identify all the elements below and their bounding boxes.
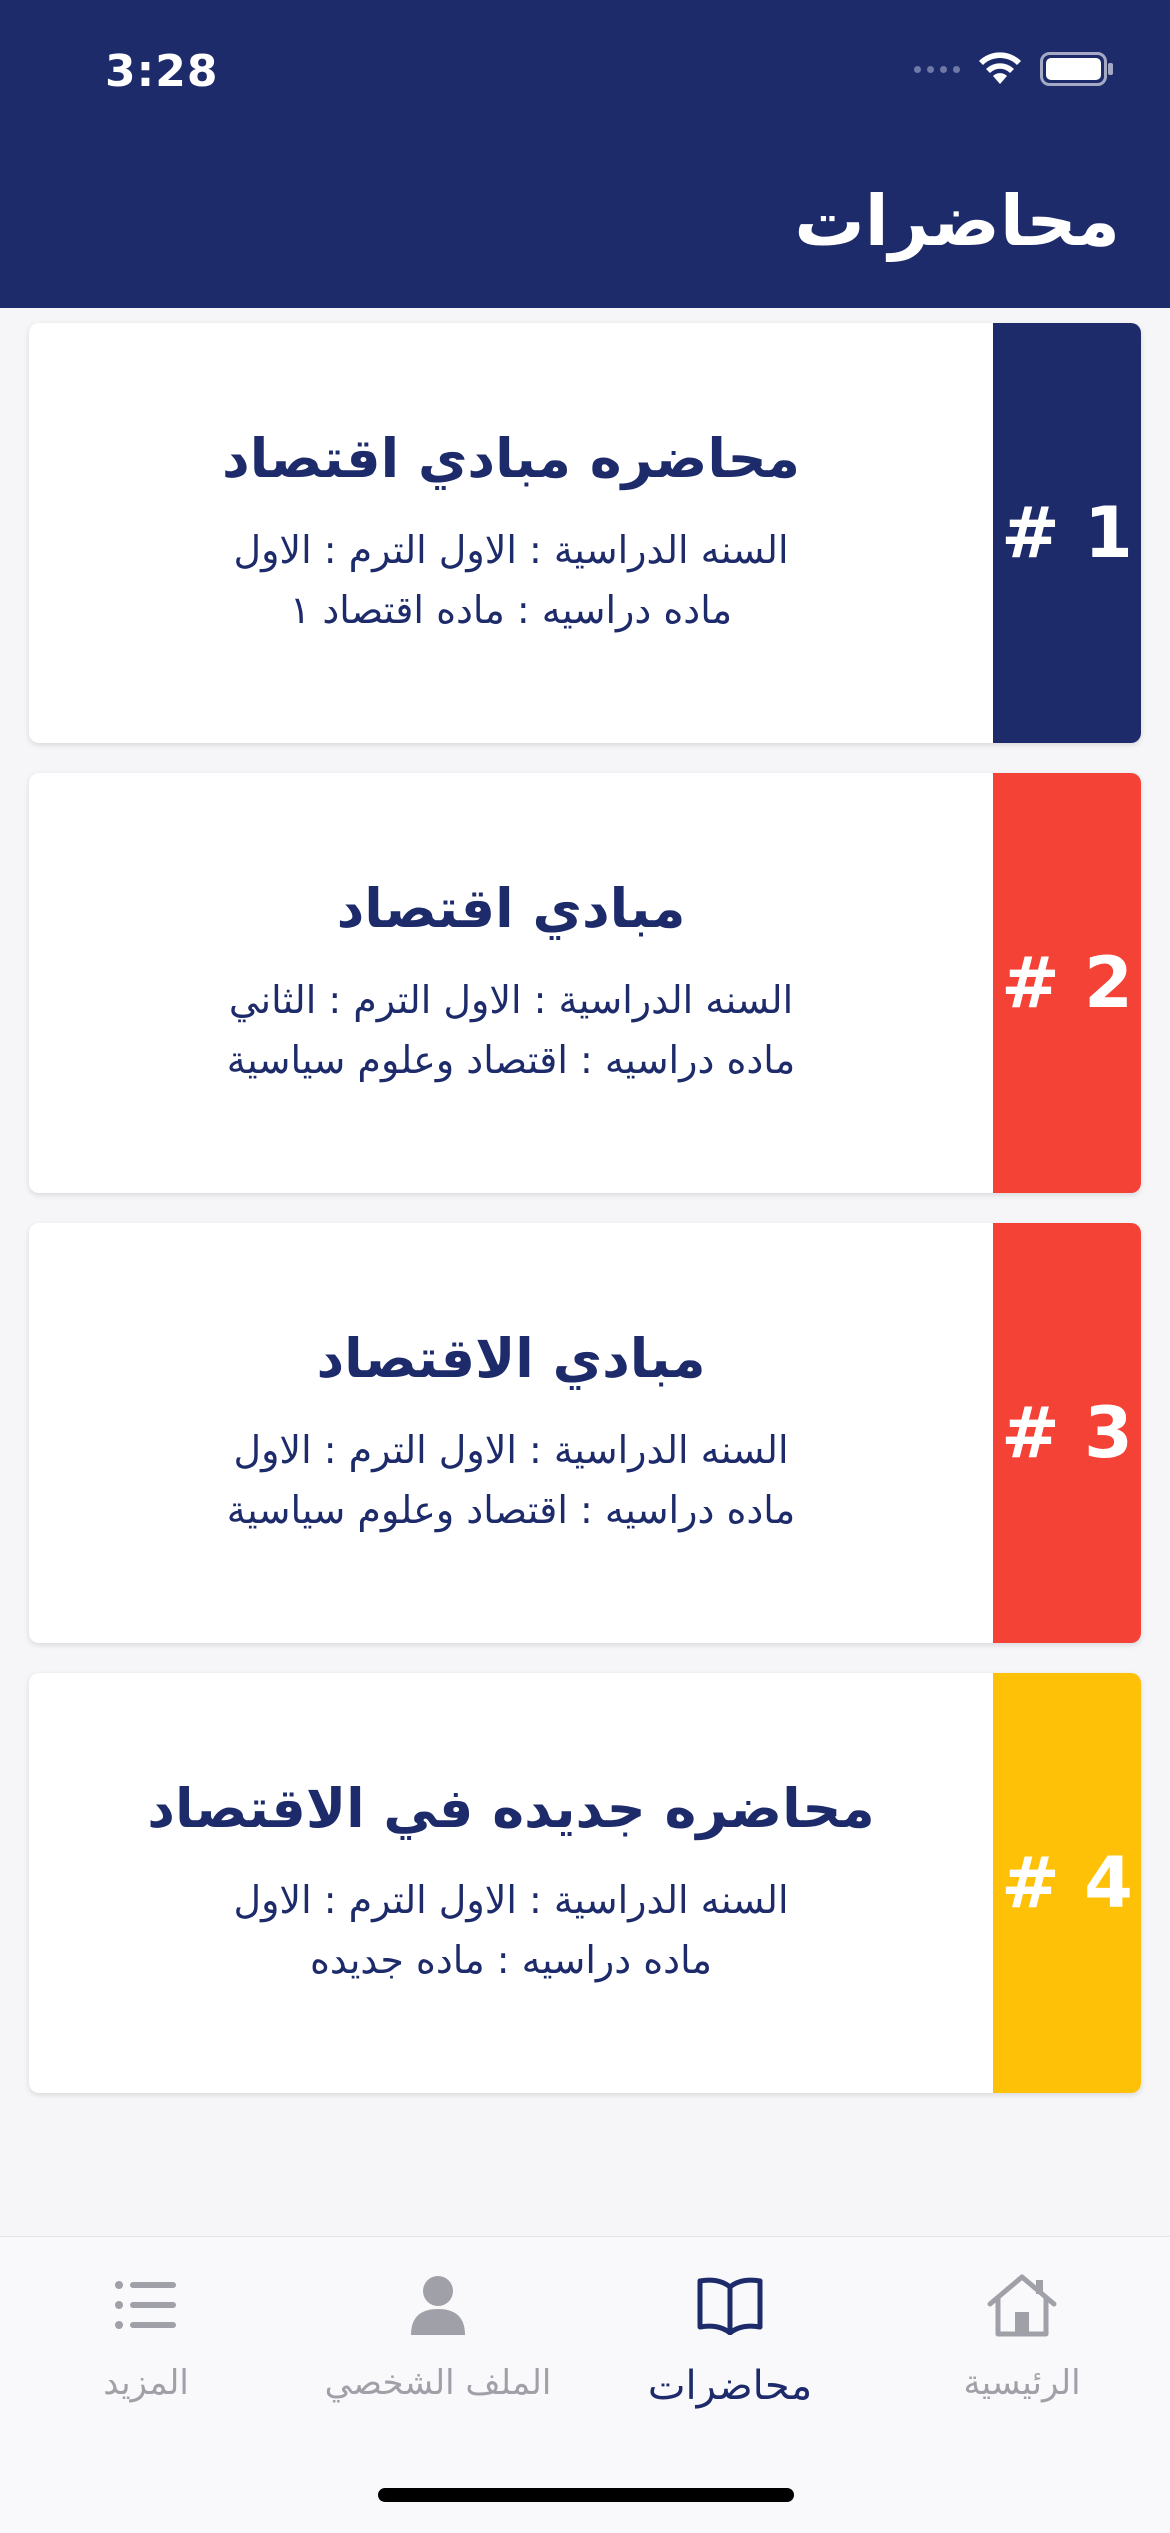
tab-lectures-label: محاضرات bbox=[647, 2363, 813, 2409]
lecture-title: محاضره جديده في الاقتصاد bbox=[147, 1776, 875, 1840]
home-icon bbox=[986, 2257, 1058, 2353]
status-time: 3:28 bbox=[105, 46, 219, 97]
lecture-title: محاضره مبادي اقتصاد bbox=[222, 426, 800, 490]
lecture-subject: ماده دراسيه : اقتصاد وعلوم سياسية bbox=[226, 1037, 796, 1082]
lecture-year-term: السنه الدراسية : الاول الترم : الاول bbox=[233, 527, 789, 572]
tab-profile-label: الملف الشخصي bbox=[324, 2363, 552, 2403]
lecture-card-body: مبادي الاقتصاد السنه الدراسية : الاول ال… bbox=[29, 1223, 993, 1643]
lecture-year-term: السنه الدراسية : الاول الترم : الاول bbox=[233, 1427, 789, 1472]
lecture-title: مبادي اقتصاد bbox=[336, 876, 686, 940]
lecture-year-term: السنه الدراسية : الاول الترم : الثاني bbox=[228, 977, 794, 1022]
lecture-card[interactable]: محاضره مبادي اقتصاد السنه الدراسية : الا… bbox=[29, 323, 1141, 743]
lecture-subject: ماده دراسيه : ماده جديده bbox=[309, 1937, 713, 1982]
lecture-subject: ماده دراسيه : ماده اقتصاد ١ bbox=[289, 587, 733, 632]
lecture-number-badge: # 1 bbox=[993, 323, 1141, 743]
tab-lectures[interactable]: محاضرات bbox=[584, 2257, 876, 2417]
lecture-card-body: مبادي اقتصاد السنه الدراسية : الاول التر… bbox=[29, 773, 993, 1193]
lecture-title: مبادي الاقتصاد bbox=[316, 1326, 706, 1390]
book-icon bbox=[696, 2257, 764, 2353]
battery-icon bbox=[1040, 52, 1113, 86]
lecture-card[interactable]: مبادي اقتصاد السنه الدراسية : الاول التر… bbox=[29, 773, 1141, 1193]
tab-profile[interactable]: الملف الشخصي bbox=[292, 2257, 584, 2417]
wifi-icon bbox=[979, 52, 1021, 84]
home-indicator bbox=[378, 2488, 794, 2502]
signal-icon bbox=[914, 65, 960, 73]
lecture-card[interactable]: محاضره جديده في الاقتصاد السنه الدراسية … bbox=[29, 1673, 1141, 2093]
lecture-card[interactable]: مبادي الاقتصاد السنه الدراسية : الاول ال… bbox=[29, 1223, 1141, 1643]
lecture-number-badge: # 2 bbox=[993, 773, 1141, 1193]
person-icon bbox=[408, 2257, 468, 2353]
page-title: محاضرات bbox=[794, 180, 1120, 262]
lecture-number-badge: # 3 bbox=[993, 1223, 1141, 1643]
lecture-card-body: محاضره جديده في الاقتصاد السنه الدراسية … bbox=[29, 1673, 993, 2093]
tab-more-label: المزيد bbox=[103, 2363, 189, 2403]
list-icon bbox=[114, 2257, 178, 2353]
lecture-year-term: السنه الدراسية : الاول الترم : الاول bbox=[233, 1877, 789, 1922]
tab-home[interactable]: الرئيسية bbox=[876, 2257, 1168, 2417]
header: 3:28 محاضرات bbox=[0, 0, 1170, 308]
lecture-number-badge: # 4 bbox=[993, 1673, 1141, 2093]
lecture-card-body: محاضره مبادي اقتصاد السنه الدراسية : الا… bbox=[29, 323, 993, 743]
lecture-list: محاضره مبادي اقتصاد السنه الدراسية : الا… bbox=[29, 323, 1141, 2123]
tab-home-label: الرئيسية bbox=[963, 2363, 1081, 2403]
status-icons bbox=[914, 52, 1114, 86]
lecture-subject: ماده دراسيه : اقتصاد وعلوم سياسية bbox=[226, 1487, 796, 1532]
tab-more[interactable]: المزيد bbox=[0, 2257, 292, 2417]
